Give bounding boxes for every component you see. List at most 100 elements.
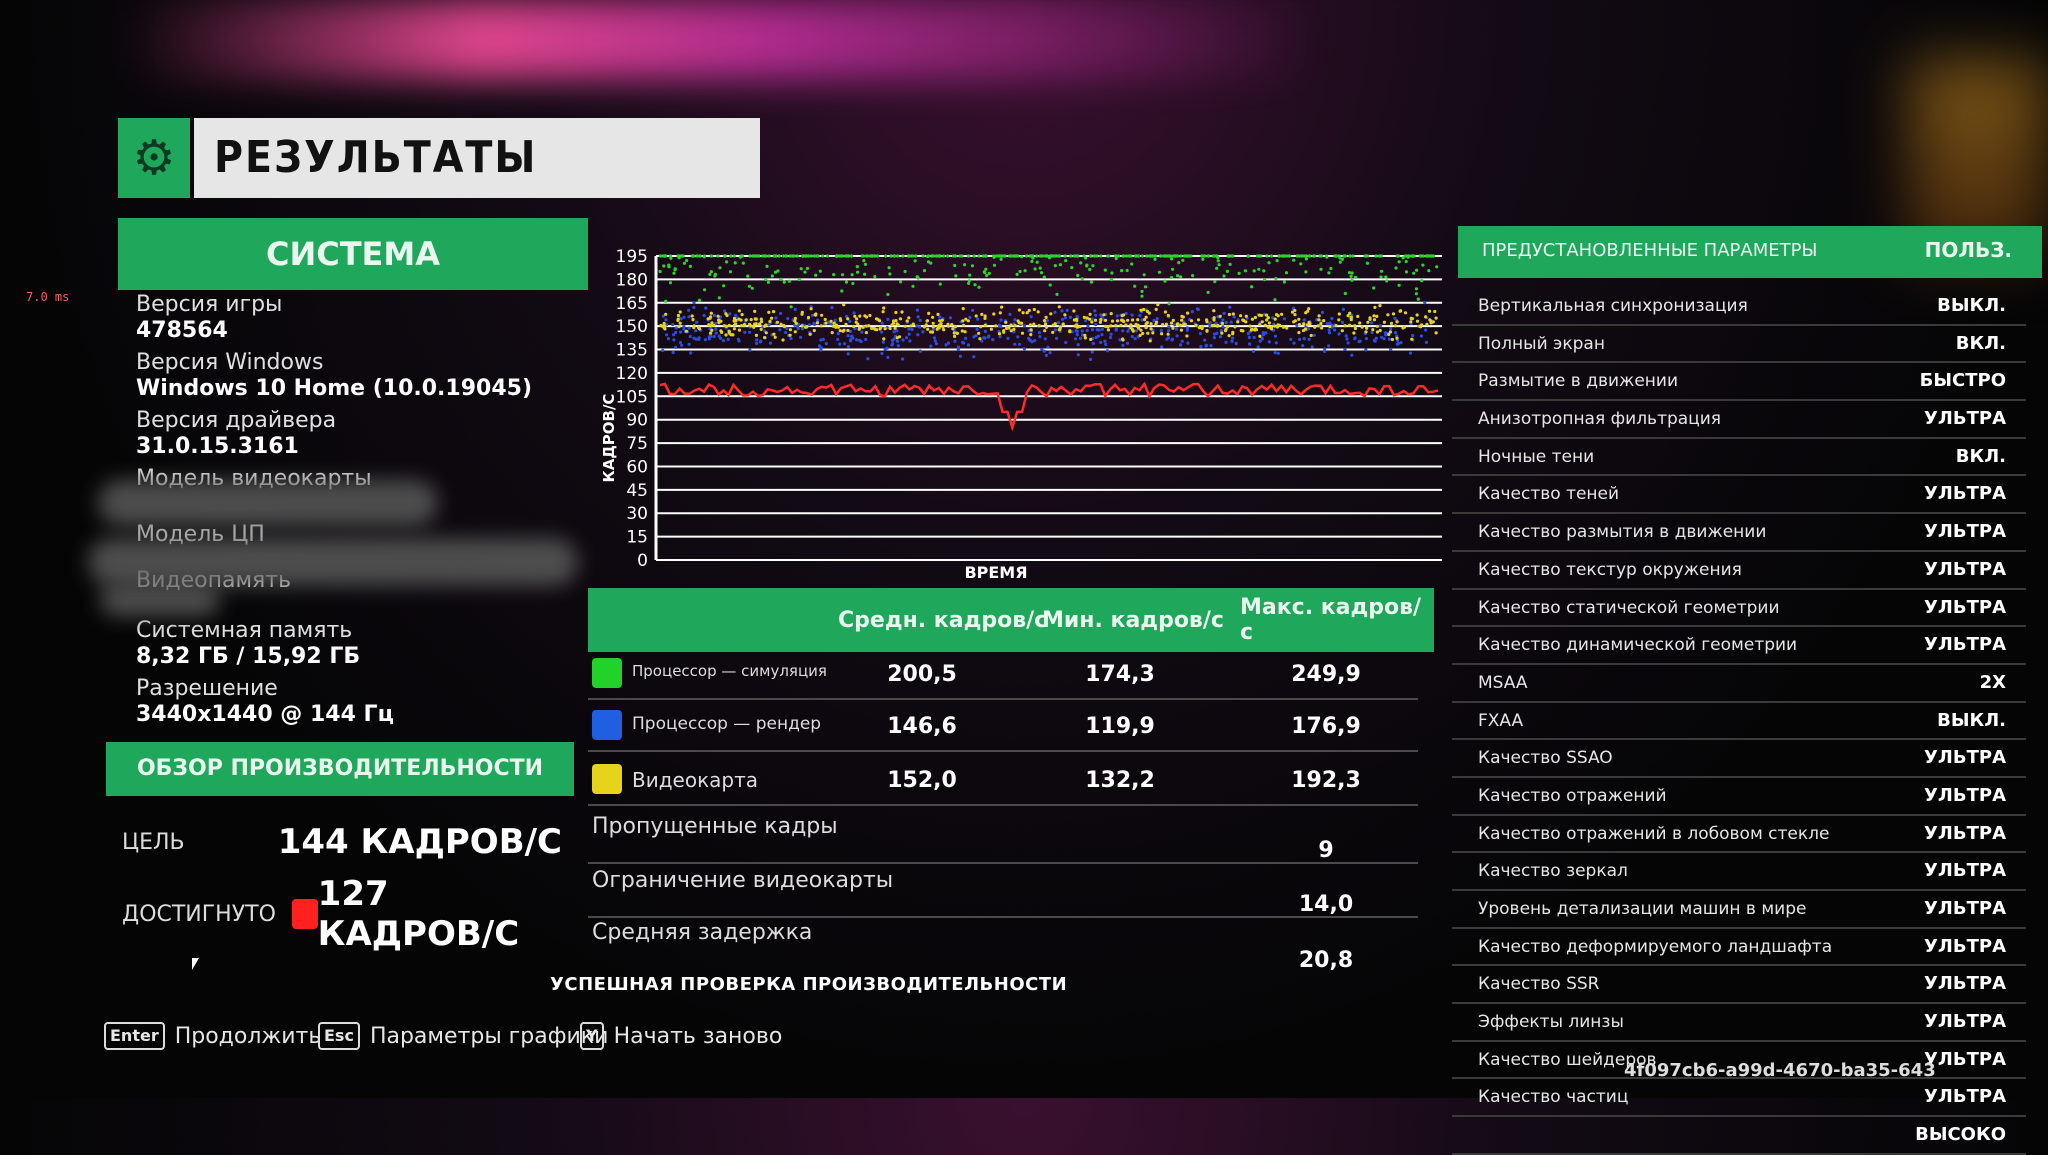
y-key-icon: Y: [580, 1022, 604, 1050]
data-point: [714, 327, 718, 331]
preset-name: Качество отражений в лобовом стекле: [1478, 823, 1830, 844]
data-point: [1091, 341, 1095, 345]
data-point: [1099, 313, 1103, 317]
data-point: [1120, 314, 1124, 318]
data-point: [992, 312, 996, 316]
data-point: [1175, 334, 1179, 338]
data-point: [847, 254, 851, 258]
data-point: [1058, 263, 1062, 267]
data-point: [1348, 254, 1352, 258]
data-point: [724, 324, 728, 328]
data-point: [901, 357, 905, 361]
data-point: [1122, 319, 1126, 324]
data-point: [1273, 298, 1277, 302]
preset-name: Качество отражений: [1478, 785, 1667, 806]
data-point: [1167, 329, 1171, 333]
row-min: 119,9: [1085, 714, 1155, 739]
data-point: [838, 317, 842, 321]
data-point: [1028, 323, 1032, 327]
data-point: [1273, 351, 1277, 355]
data-point: [882, 337, 886, 341]
data-point: [1144, 315, 1148, 319]
data-point: [1334, 324, 1338, 328]
data-point: [968, 273, 972, 277]
data-point: [1133, 337, 1137, 341]
data-point: [1340, 257, 1345, 261]
data-point: [1053, 264, 1057, 268]
data-point: [763, 336, 767, 340]
data-point: [832, 273, 836, 277]
data-point: [689, 351, 693, 355]
preset-name: Качество текстур окружения: [1478, 559, 1742, 580]
data-point: [1397, 260, 1401, 264]
series-swatch: [592, 658, 622, 688]
data-point: [891, 321, 896, 325]
data-point: [1313, 254, 1317, 258]
data-point: [1275, 259, 1279, 263]
data-point: [1434, 331, 1438, 335]
data-point: [1224, 320, 1228, 325]
preset-name: Качество динамической геометрии: [1478, 635, 1798, 656]
data-point: [824, 321, 828, 325]
graphics-settings-button[interactable]: Esc Параметры графики: [318, 1022, 608, 1050]
data-point: [1401, 326, 1405, 330]
data-point: [921, 330, 925, 334]
data-point: [834, 325, 838, 329]
data-point: [1397, 283, 1401, 287]
table-row: Процессор — симуляция 200,5 174,3 249,9: [588, 650, 1418, 700]
data-point: [793, 330, 797, 334]
data-point: [1151, 331, 1155, 335]
data-point: [1227, 312, 1231, 317]
data-point: [1282, 254, 1286, 258]
achieved-status-dot: [291, 899, 318, 929]
data-point: [1166, 332, 1170, 336]
data-point: [966, 343, 971, 347]
side-marker: 7.0 ms: [26, 290, 70, 304]
data-point: [1435, 265, 1439, 269]
preset-value: ВЫСОКО: [1915, 1124, 2006, 1146]
data-point: [918, 318, 922, 322]
chart-y-label: КАДРОВ/С: [600, 394, 618, 483]
data-point: [1241, 329, 1245, 333]
y-tick-label: 60: [626, 457, 648, 477]
data-point: [942, 328, 946, 332]
data-point: [1103, 268, 1107, 272]
data-point: [1060, 309, 1064, 313]
data-point: [1423, 301, 1427, 305]
data-point: [886, 292, 890, 297]
preset-value: УЛЬТРА: [1924, 1011, 2006, 1033]
preset-name: Эффекты линзы: [1478, 1012, 1624, 1033]
data-point: [1121, 338, 1125, 342]
data-point: [1105, 349, 1109, 353]
data-point: [888, 272, 892, 276]
data-point: [1048, 283, 1052, 287]
data-point: [1103, 318, 1108, 322]
data-point: [1088, 312, 1092, 316]
data-point: [1351, 254, 1355, 258]
data-point: [915, 308, 919, 312]
preset-name: Уровень детализации машин в мире: [1478, 899, 1807, 919]
page-title-bar: ⚙ РЕЗУЛЬТАТЫ ПРОВЕРКИ: [118, 118, 760, 263]
data-point: [1078, 336, 1083, 340]
data-point: [674, 326, 678, 330]
data-point: [691, 318, 695, 322]
data-point: [1103, 339, 1107, 343]
data-point: [1298, 337, 1302, 341]
data-point: [1341, 307, 1345, 311]
data-point: [862, 259, 866, 263]
data-point: [1030, 340, 1034, 344]
data-point: [886, 317, 890, 321]
data-point: [1300, 254, 1304, 258]
data-point: [709, 334, 713, 338]
data-point: [1421, 263, 1425, 267]
data-point: [1120, 269, 1124, 273]
preset-row: Качество отражений УЛЬТРА: [1452, 778, 2026, 816]
data-point: [755, 338, 759, 342]
data-point: [1103, 324, 1108, 328]
data-point: [1281, 325, 1285, 329]
data-point: [1051, 330, 1055, 334]
restart-button[interactable]: Y Начать заново: [580, 1022, 782, 1050]
continue-button[interactable]: Enter Продолжить: [104, 1022, 321, 1050]
data-point: [1277, 254, 1281, 258]
data-point: [1221, 318, 1225, 322]
